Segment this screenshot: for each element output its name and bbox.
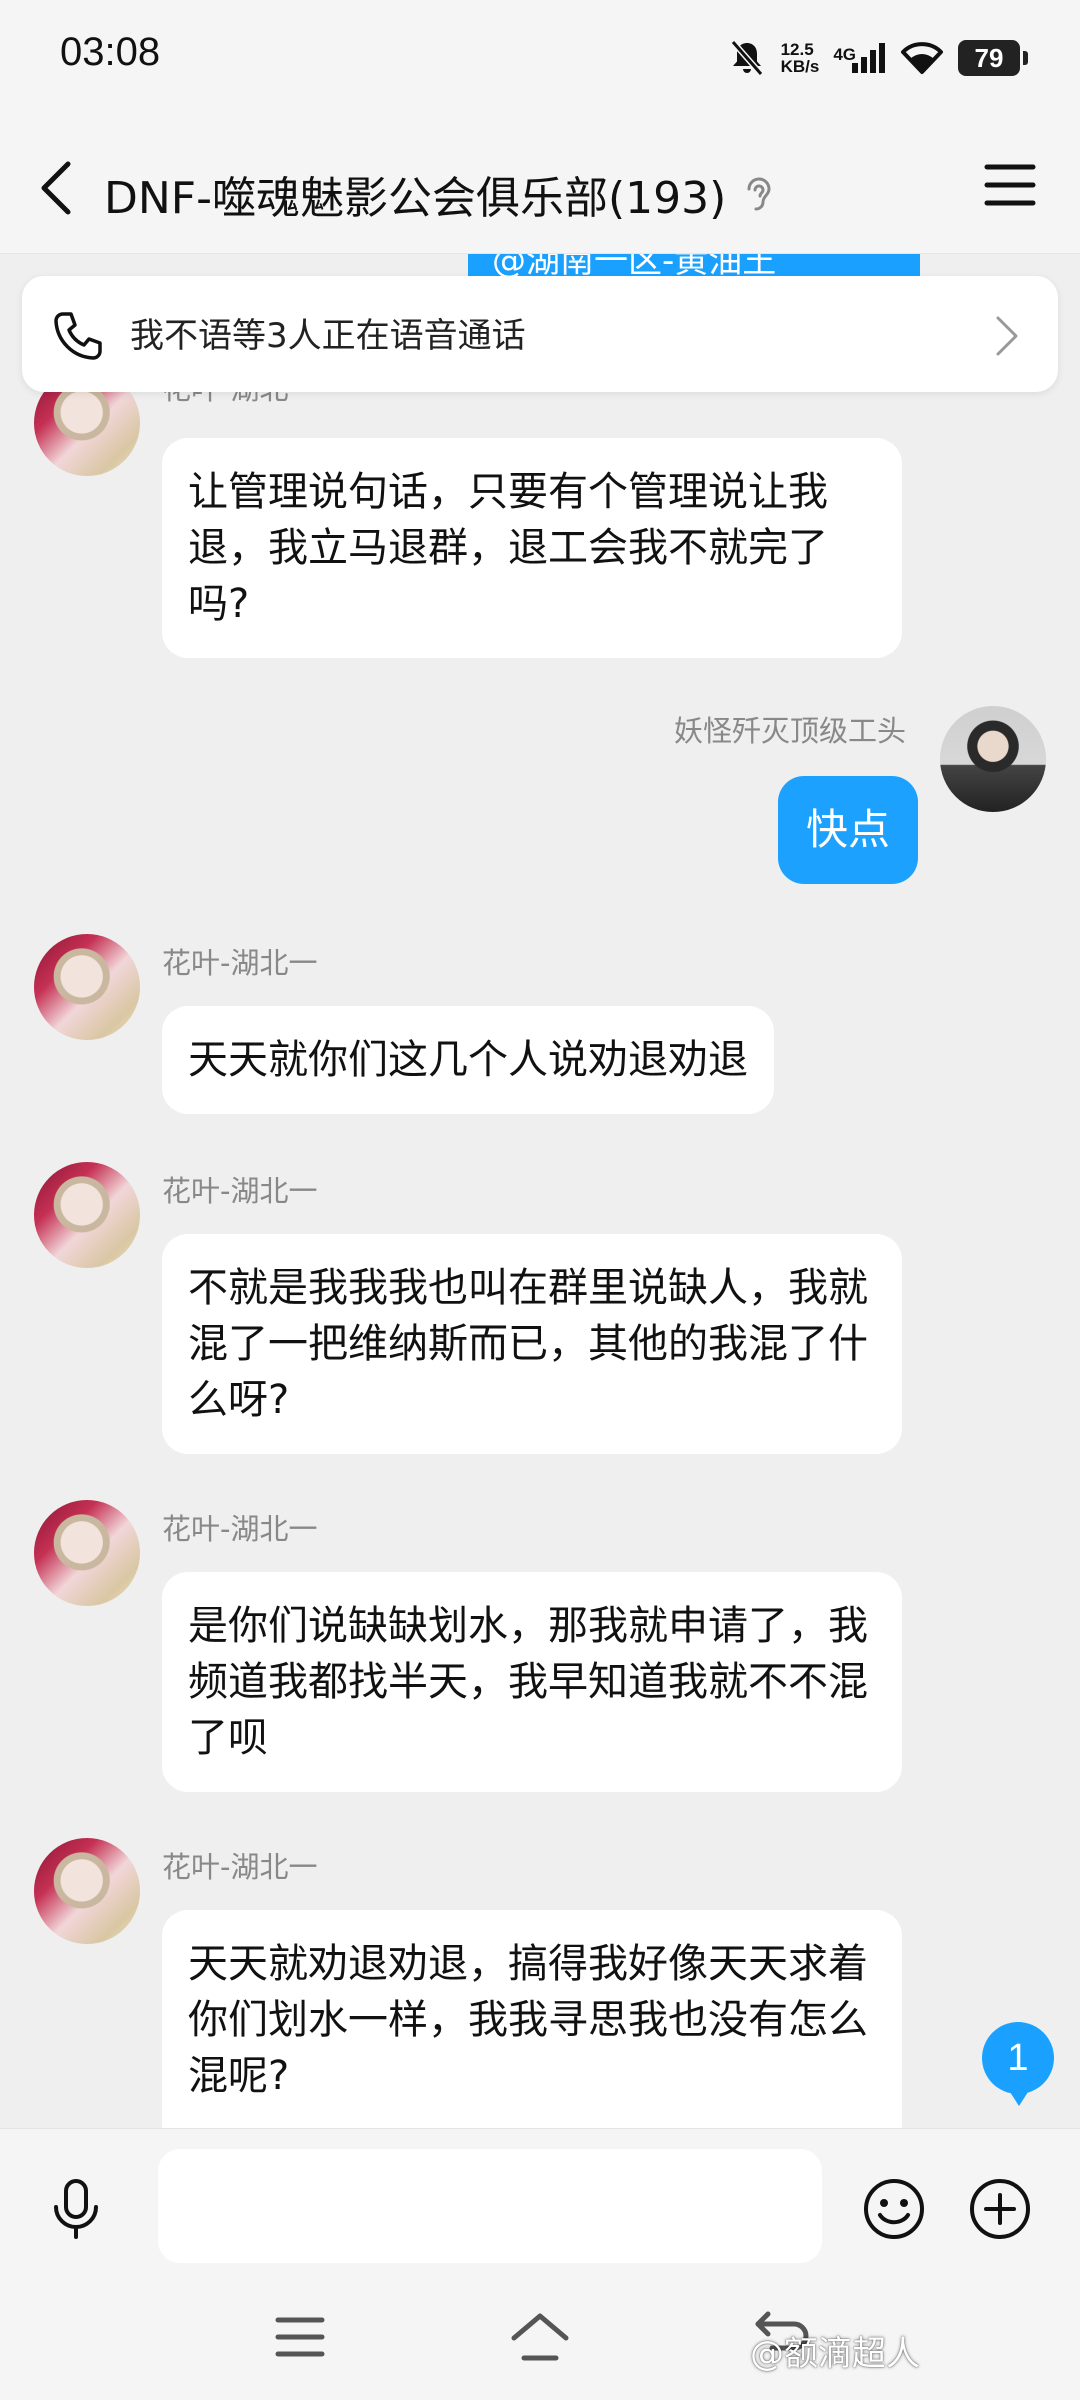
avatar[interactable]	[34, 934, 140, 1040]
title-area[interactable]: DNF-噬魂魅影公会俱乐部(193)	[104, 162, 776, 226]
chat-screen: 03:08 12.5 KB/s 4G 79 DNF-噬魂魅影公会俱乐部(193)…	[0, 0, 1080, 2400]
avatar[interactable]	[34, 1500, 140, 1606]
status-icons: 12.5 KB/s 4G 79	[727, 36, 1028, 80]
group-title: DNF-噬魂魅影公会俱乐部(193)	[104, 173, 727, 224]
emoji-button[interactable]	[862, 2177, 926, 2241]
back-arrow-icon	[41, 161, 71, 215]
nav-menu-button[interactable]	[274, 2314, 326, 2360]
sender-name: 花叶-湖北一	[162, 946, 318, 980]
status-time: 03:08	[60, 30, 161, 74]
nav-home-button[interactable]	[510, 2310, 570, 2364]
sender-name: 花叶-湖北一	[162, 1850, 318, 1884]
ear-icon	[747, 177, 771, 211]
status-bar: 03:08 12.5 KB/s 4G 79	[0, 0, 1080, 118]
nav-home-icon	[511, 2313, 569, 2361]
wifi-icon	[901, 42, 943, 74]
input-bar	[0, 2128, 1080, 2288]
cell-signal: 4G	[833, 41, 886, 75]
watermark: @额滴超人	[750, 2334, 920, 2374]
microphone-icon	[54, 2179, 98, 2239]
avatar[interactable]	[34, 1838, 140, 1944]
network-speed: 12.5 KB/s	[781, 41, 820, 75]
voice-call-text: 我不语等3人正在语音通话	[130, 316, 526, 356]
plus-icon	[970, 2179, 1030, 2239]
network-type: 4G	[833, 45, 856, 64]
phone-icon	[54, 312, 102, 360]
speed-unit: KB/s	[780, 57, 820, 76]
sender-name: 花叶-湖北一	[162, 1174, 318, 1208]
voice-call-banner[interactable]: 我不语等3人正在语音通话	[22, 276, 1058, 392]
more-button[interactable]	[968, 2177, 1032, 2241]
sender-name: 妖怪歼灭顶级工头	[673, 714, 906, 748]
message-bubble[interactable]: 天天就你们这几个人说劝退劝退	[162, 1006, 774, 1114]
menu-icon	[984, 164, 1036, 206]
message-bubble[interactable]: 让管理说句话，只要有个管理说让我退，我立马退群，退工会我不就完了吗?	[162, 438, 902, 658]
system-nav-bar: @额滴超人	[0, 2288, 1080, 2400]
mention-strip[interactable]: @湖南一区-黄油王	[468, 254, 920, 276]
self-avatar[interactable]	[940, 706, 1046, 812]
speed-value: 12.5	[780, 40, 814, 59]
emoji-icon	[864, 2179, 924, 2239]
avatar[interactable]	[34, 1162, 140, 1268]
chevron-right-icon	[996, 316, 1018, 356]
mute-bell-icon	[730, 40, 763, 76]
message-bubble[interactable]: 是你们说缺缺划水，那我就申请了，我频道我都找半天，我早知道我就不不混了呗	[162, 1572, 902, 1792]
menu-button[interactable]	[984, 162, 1036, 208]
chat-header: DNF-噬魂魅影公会俱乐部(193)	[0, 118, 1080, 254]
battery-indicator: 79	[958, 40, 1028, 76]
message-input[interactable]	[158, 2149, 822, 2263]
unread-badge[interactable]: 1	[982, 2022, 1054, 2106]
message-bubble[interactable]: 不就是我我我也叫在群里说缺人，我就混了一把维纳斯而已，其他的我混了什么呀?	[162, 1234, 902, 1454]
sender-name: 花叶-湖北一	[162, 1512, 318, 1546]
message-bubble-self[interactable]: 快点	[777, 776, 918, 884]
nav-menu-icon	[275, 2317, 325, 2357]
back-button[interactable]	[36, 152, 84, 224]
message-bubble[interactable]: 天天就劝退劝退，搞得我好像天天求着你们划水一样，我我寻思我也没有怎么混呢?	[162, 1910, 902, 2128]
voice-button[interactable]	[46, 2177, 106, 2241]
